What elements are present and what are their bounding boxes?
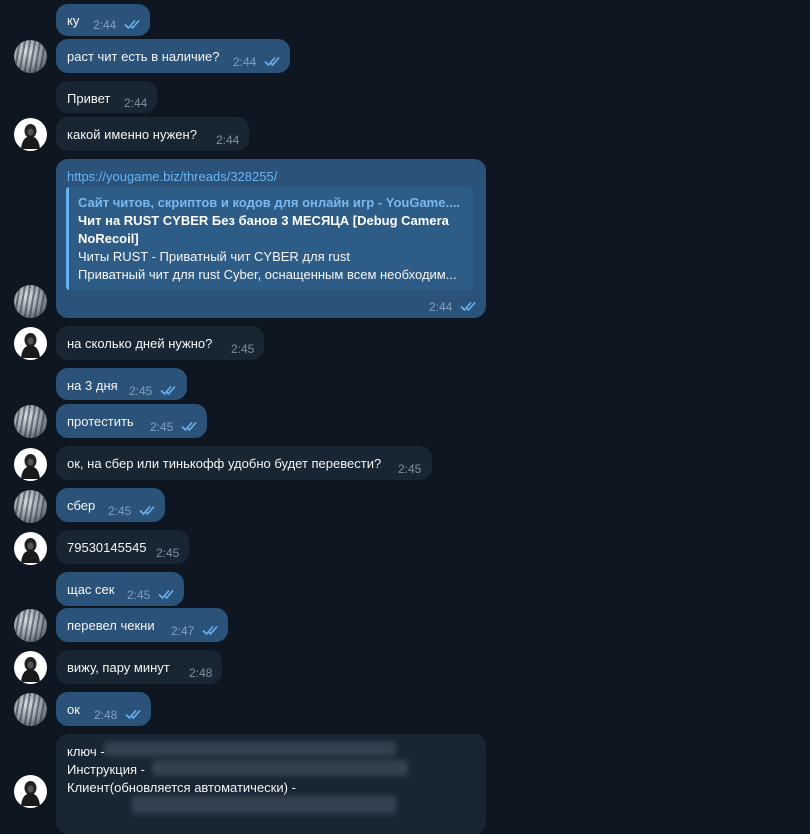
message-text: Инструкция - bbox=[67, 762, 145, 777]
message-text: на сколько дней нужно? bbox=[67, 336, 213, 351]
message-time: 2:44 bbox=[216, 133, 240, 147]
link-preview-card[interactable]: Сайт читов, скриптов и кодов для онлайн … bbox=[66, 187, 473, 290]
avatar-contact[interactable] bbox=[14, 118, 47, 151]
redacted-region bbox=[152, 760, 408, 776]
message-bubble-incoming[interactable]: вижу, пару минут 2:48 bbox=[56, 650, 222, 684]
message-bubble-outgoing[interactable]: перевел чекни 2:47 bbox=[56, 608, 228, 642]
message-text: какой именно нужен? bbox=[67, 127, 197, 142]
message-bubble-outgoing-link[interactable]: https://yougame.biz/threads/328255/ Сайт… bbox=[56, 159, 486, 318]
preview-site-name: Сайт читов, скриптов и кодов для онлайн … bbox=[78, 195, 460, 210]
message-text: ок, на сбер или тинькофф удобно будет пе… bbox=[67, 456, 382, 471]
message-time: 2:47 bbox=[171, 624, 195, 638]
avatar-me[interactable] bbox=[14, 609, 47, 642]
avatar-contact[interactable] bbox=[14, 775, 47, 808]
message-bubble-outgoing[interactable]: сбер 2:45 bbox=[56, 488, 165, 522]
message-bubble-outgoing[interactable]: ок 2:48 bbox=[56, 692, 151, 726]
avatar-me[interactable] bbox=[14, 405, 47, 438]
preview-title: NoRecoil] bbox=[78, 231, 139, 246]
message-bubble-incoming[interactable]: Привет 2:44 bbox=[56, 81, 157, 113]
message-bubble-outgoing[interactable]: раст чит есть в наличие? 2:44 bbox=[56, 39, 290, 73]
double-check-icon bbox=[125, 708, 145, 720]
double-check-icon bbox=[158, 588, 178, 600]
avatar-me[interactable] bbox=[14, 490, 47, 523]
message-text: перевел чекни bbox=[67, 618, 155, 633]
redacted-region bbox=[132, 796, 396, 814]
message-time: 2:45 bbox=[150, 420, 174, 434]
message-bubble-outgoing[interactable]: протестить 2:45 bbox=[56, 404, 207, 438]
message-time: 2:44 bbox=[429, 300, 453, 314]
message-text: на 3 дня bbox=[67, 378, 118, 393]
message-time: 2:45 bbox=[129, 384, 153, 398]
message-text: сбер bbox=[67, 498, 96, 513]
double-check-icon bbox=[181, 420, 201, 432]
message-link[interactable]: https://yougame.biz/threads/328255/ bbox=[67, 170, 277, 183]
message-bubble-incoming[interactable]: ключ - Инструкция - Клиент(обновляется а… bbox=[56, 734, 486, 834]
message-text: 79530145545 bbox=[67, 540, 147, 555]
message-time: 2:44 bbox=[124, 96, 148, 110]
message-text: щас сек bbox=[67, 582, 115, 597]
message-time: 2:45 bbox=[108, 504, 132, 518]
message-time: 2:44 bbox=[233, 55, 257, 69]
avatar-me[interactable] bbox=[14, 693, 47, 726]
message-text: ключ - bbox=[67, 744, 105, 759]
message-text: раст чит есть в наличие? bbox=[67, 49, 220, 64]
avatar-contact[interactable] bbox=[14, 448, 47, 481]
avatar-contact[interactable] bbox=[14, 532, 47, 565]
message-time: 2:45 bbox=[231, 342, 255, 356]
message-bubble-outgoing[interactable]: щас сек 2:45 bbox=[56, 572, 184, 606]
message-time: 2:45 bbox=[127, 588, 151, 602]
avatar-contact[interactable] bbox=[14, 327, 47, 360]
message-time: 2:48 bbox=[94, 708, 118, 722]
double-check-icon bbox=[139, 504, 159, 516]
message-text: Привет bbox=[67, 91, 111, 106]
message-time: 2:45 bbox=[156, 546, 180, 560]
message-text: протестить bbox=[67, 414, 134, 429]
avatar-me[interactable] bbox=[14, 40, 47, 73]
message-time: 2:45 bbox=[398, 462, 422, 476]
avatar-me[interactable] bbox=[14, 285, 47, 318]
double-check-icon bbox=[202, 624, 222, 636]
preview-title: Чит на RUST CYBER Без банов 3 МЕСЯЦА [De… bbox=[78, 213, 449, 228]
double-check-icon bbox=[124, 18, 144, 30]
message-bubble-outgoing[interactable]: на 3 дня 2:45 bbox=[56, 368, 187, 400]
message-text: ку bbox=[67, 13, 80, 28]
double-check-icon bbox=[160, 384, 180, 396]
message-text: вижу, пару минут bbox=[67, 660, 170, 675]
message-bubble-incoming[interactable]: на сколько дней нужно? 2:45 bbox=[56, 326, 264, 360]
double-check-icon bbox=[264, 55, 284, 67]
redacted-region bbox=[104, 742, 396, 756]
message-bubble-incoming[interactable]: ок, на сбер или тинькофф удобно будет пе… bbox=[56, 446, 432, 480]
preview-description: Читы RUST - Приватный чит CYBER для rust bbox=[78, 249, 350, 264]
avatar-contact[interactable] bbox=[14, 651, 47, 684]
preview-description: Приватный чит для rust Cyber, оснащенным… bbox=[78, 267, 457, 282]
double-check-icon bbox=[460, 300, 480, 312]
message-text: Клиент(обновляется автоматически) - bbox=[67, 780, 296, 795]
message-bubble-incoming[interactable]: какой именно нужен? 2:44 bbox=[56, 117, 249, 151]
message-bubble-outgoing[interactable]: ку 2:44 bbox=[56, 4, 150, 36]
message-bubble-incoming[interactable]: 79530145545 2:45 bbox=[56, 530, 189, 564]
message-time: 2:48 bbox=[189, 666, 213, 680]
message-text: ок bbox=[67, 702, 80, 717]
message-time: 2:44 bbox=[93, 18, 117, 32]
